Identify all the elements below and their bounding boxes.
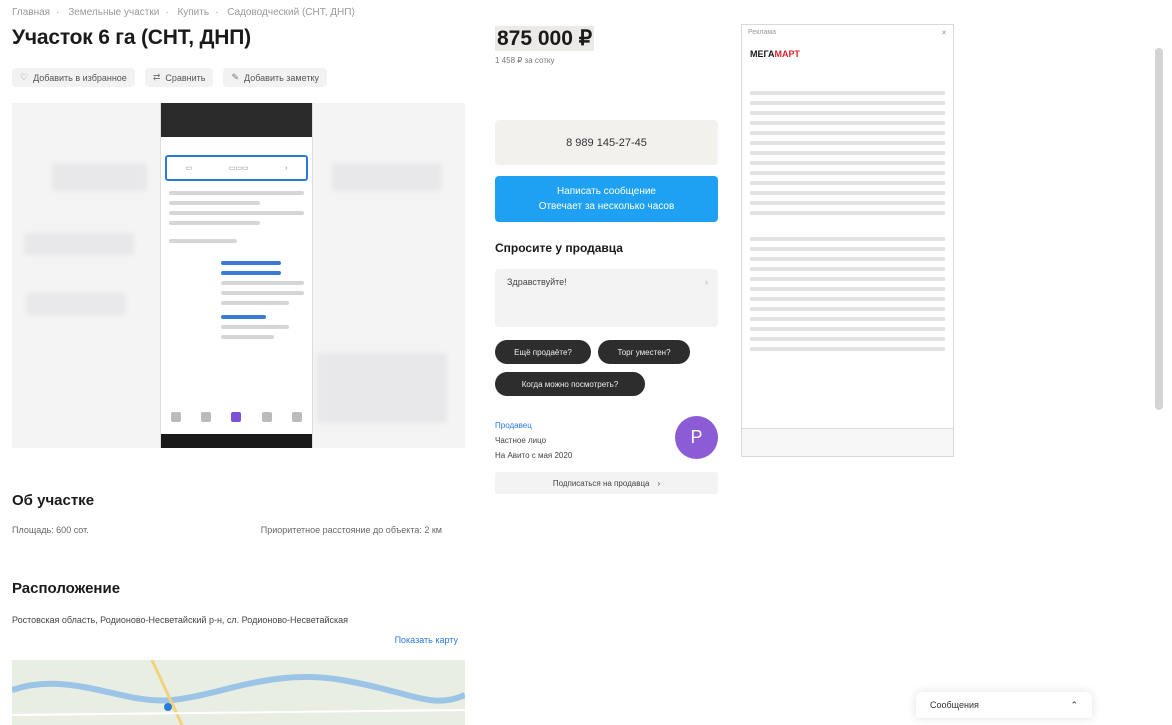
compare-button[interactable]: ⇄ Сравнить [144,68,214,87]
breadcrumb-item[interactable]: Купить [177,7,209,18]
page-title: Участок 6 га (СНТ, ДНП) [12,26,251,49]
area-param: Площадь: 600 сот. [12,525,89,535]
chevron-right-icon: › [657,478,661,488]
write-message-button[interactable]: Написать сообщение Отвечает за несколько… [495,176,718,222]
quick-question-chip[interactable]: Ещё продаёте? [495,340,591,364]
message-button-label: Написать сообщение Отвечает за несколько… [538,186,675,212]
map-graphic [12,660,465,725]
price-per-unit: 1 458 ₽ за сотку [495,56,555,65]
address-text: Ростовская область, Родионово-Несветайск… [12,615,348,625]
distance-param: Приоритетное расстояние до объекта: 2 км [260,525,442,535]
scrollbar[interactable] [1155,48,1163,410]
ask-seller-heading: Спросите у продавца [495,241,623,255]
send-icon[interactable]: › [705,277,708,287]
listing-actions: ♡ Добавить в избранное ⇄ Сравнить ✎ Доба… [12,68,327,87]
about-params: Площадь: 600 сот. Приоритетное расстояни… [12,525,442,535]
avatar[interactable]: Р [675,416,718,459]
note-button[interactable]: ✎ Добавить заметку [223,68,327,87]
close-icon[interactable]: ✕ [941,29,947,37]
seller-since: На Авито с мая 2020 [495,451,573,460]
seller-info: Продавец Частное лицо На Авито с мая 202… [495,418,572,463]
messages-widget[interactable]: Сообщения ⌃ [916,692,1092,718]
listing-page: Главная · Земельные участки · Купить · Садо… [0,0,1172,725]
show-map-link[interactable]: Показать карту [395,633,458,648]
note-label: Добавить заметку [244,72,319,83]
location-heading: Расположение [12,580,121,597]
show-phone-button[interactable]: 8 989 145-27-45 [495,120,718,165]
breadcrumb-item[interactable]: Главная [12,7,50,18]
subscribe-seller-button[interactable]: Подписаться на продавца › [495,472,718,494]
subscribe-label: Подписаться на продавца [552,478,650,488]
photo-gallery[interactable]: ▭ ▭▭▭ › [12,103,465,448]
compare-label: Сравнить [165,72,206,83]
breadcrumb-item[interactable]: Земельные участки [68,7,159,18]
quick-question-chip[interactable]: Когда можно посмотреть? [495,372,645,396]
map-pin-icon [164,703,172,711]
heart-icon: ♡ [20,72,29,82]
seller-name[interactable]: Продавец [495,418,572,433]
compare-icon: ⇄ [152,72,161,82]
seller-type: Частное лицо [495,436,547,445]
ask-seller-input[interactable]: Здравствуйте! › [495,269,718,327]
ask-input-text: Здравствуйте! [507,277,567,287]
breadcrumb-item[interactable]: Садоводческий (СНТ, ДНП) [227,7,355,18]
price: 875 000 ₽ [495,26,595,51]
messages-label: Сообщения [930,700,979,710]
listing-photo: ▭ ▭▭▭ › [160,103,313,448]
ad-label: Реклама [748,29,777,36]
quick-question-chip[interactable]: Торг уместен? [598,340,690,364]
breadcrumb: Главная · Земельные участки · Купить · Садо… [12,7,355,18]
note-icon: ✎ [231,72,240,82]
ad-banner[interactable]: Реклама ✕ МЕГАМАРТ [741,24,954,457]
favorite-label: Добавить в избранное [33,72,127,83]
chevron-up-icon: ⌃ [1070,699,1078,710]
about-heading: Об участке [12,492,95,509]
ad-logo: МЕГАМАРТ [750,49,800,59]
location-map[interactable] [12,660,465,725]
favorite-button[interactable]: ♡ Добавить в избранное [12,68,135,87]
location-address: Ростовская область, Родионово-Несветайск… [12,613,462,645]
